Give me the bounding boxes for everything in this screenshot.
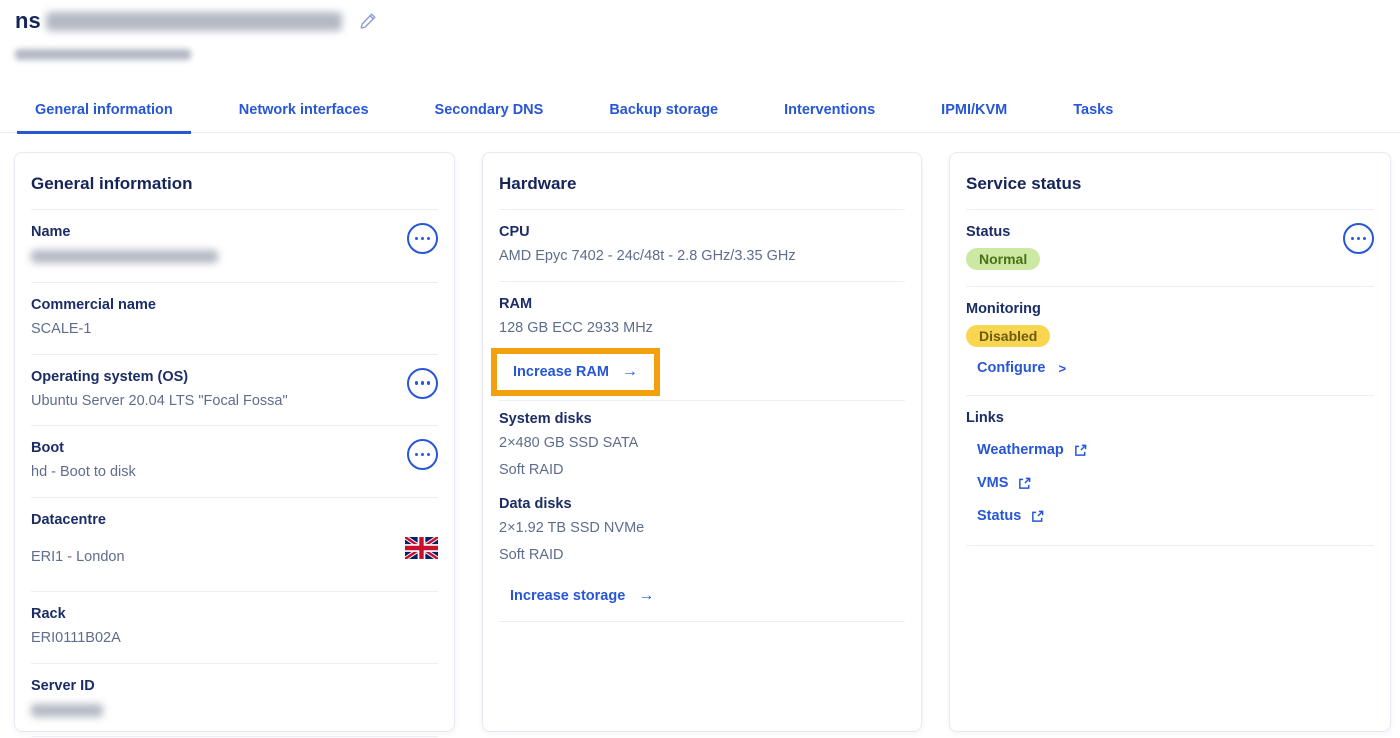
datacentre-label: Datacentre: [31, 512, 438, 528]
increase-ram-highlight-box: Increase RAM →: [491, 348, 660, 396]
chevron-right-icon: >: [1058, 361, 1066, 376]
monitoring-label: Monitoring: [966, 301, 1374, 317]
cpu-label: CPU: [499, 224, 905, 240]
ram-label: RAM: [499, 296, 905, 312]
ellipsis-circle-icon: [415, 237, 419, 241]
data-disks-label: Data disks: [499, 496, 905, 512]
weathermap-link-label: Weathermap: [977, 442, 1064, 458]
os-more-options-button[interactable]: [407, 368, 438, 399]
increase-ram-link[interactable]: Increase RAM →: [497, 354, 654, 390]
divider: [499, 621, 905, 622]
os-row: Operating system (OS) Ubuntu Server 20.0…: [15, 355, 454, 426]
increase-ram-link-label: Increase RAM: [513, 364, 609, 380]
tab-interventions[interactable]: Interventions: [766, 102, 893, 134]
status-badge: Normal: [966, 248, 1040, 270]
ram-value: 128 GB ECC 2933 MHz: [499, 319, 905, 339]
ram-row: RAM 128 GB ECC 2933 MHz Increase RAM →: [483, 282, 921, 401]
tab-general-information[interactable]: General information: [17, 102, 191, 134]
redacted-subtitle: [15, 49, 191, 60]
external-link-icon: [1031, 510, 1044, 523]
rack-label: Rack: [31, 606, 438, 622]
data-disks-raid: Soft RAID: [499, 546, 905, 566]
ellipsis-circle-icon: [415, 381, 419, 385]
ellipsis-circle-icon: [415, 453, 419, 457]
uk-flag-icon: [405, 537, 438, 559]
configure-link-label: Configure: [977, 360, 1045, 376]
links-row: Links Weathermap VMS: [950, 396, 1390, 545]
status-row: Status Normal: [950, 210, 1390, 286]
tab-ipmi-kvm[interactable]: IPMI/KVM: [923, 102, 1025, 134]
system-disks-label: System disks: [499, 411, 905, 427]
arrow-right-icon: →: [622, 363, 638, 381]
tab-tasks[interactable]: Tasks: [1055, 102, 1131, 134]
cards-container: General information Name Commercial name…: [0, 133, 1400, 732]
datacentre-row: Datacentre ERI1 - London: [15, 498, 454, 592]
service-status-card-title: Service status: [950, 153, 1390, 209]
data-disks-row: Data disks 2×1.92 TB SSD NVMe Soft RAID: [483, 486, 921, 571]
status-page-link[interactable]: Status: [977, 508, 1044, 524]
commercial-name-label: Commercial name: [31, 297, 438, 313]
boot-row: Boot hd - Boot to disk: [15, 426, 454, 497]
os-value: Ubuntu Server 20.04 LTS "Focal Fossa": [31, 392, 438, 412]
status-page-link-label: Status: [977, 508, 1021, 524]
status-label: Status: [966, 224, 1374, 240]
name-more-options-button[interactable]: [407, 223, 438, 254]
external-link-icon: [1018, 477, 1031, 490]
rack-row: Rack ERI0111B02A: [15, 592, 454, 663]
weathermap-link[interactable]: Weathermap: [977, 442, 1087, 458]
general-information-card-title: General information: [15, 153, 454, 209]
os-label: Operating system (OS): [31, 369, 438, 385]
commercial-name-row: Commercial name SCALE-1: [15, 283, 454, 354]
increase-storage-link-label: Increase storage: [510, 588, 625, 604]
service-status-card: Service status Status Normal Monitoring …: [949, 152, 1391, 732]
server-id-row: Server ID: [15, 664, 454, 736]
commercial-name-value: SCALE-1: [31, 320, 438, 340]
data-disks-value: 2×1.92 TB SSD NVMe: [499, 519, 905, 539]
cpu-row: CPU AMD Epyc 7402 - 24c/48t - 2.8 GHz/3.…: [483, 210, 921, 281]
configure-monitoring-link[interactable]: Configure >: [977, 360, 1066, 376]
increase-storage-link[interactable]: Increase storage →: [510, 587, 654, 605]
edit-title-button[interactable]: [358, 11, 378, 31]
arrow-right-icon: →: [638, 587, 654, 605]
name-label: Name: [31, 224, 438, 240]
ellipsis-circle-icon: [1351, 237, 1355, 241]
tab-network-interfaces[interactable]: Network interfaces: [221, 102, 387, 134]
tab-backup-storage[interactable]: Backup storage: [591, 102, 736, 134]
hardware-card-title: Hardware: [483, 153, 921, 209]
system-disks-row: System disks 2×480 GB SSD SATA Soft RAID: [483, 401, 921, 486]
tab-secondary-dns[interactable]: Secondary DNS: [417, 102, 562, 134]
system-disks-raid: Soft RAID: [499, 461, 905, 481]
page-title: ns: [15, 8, 342, 34]
vms-link[interactable]: VMS: [977, 475, 1031, 491]
divider: [966, 545, 1374, 546]
boot-value: hd - Boot to disk: [31, 463, 438, 483]
redacted-server-id-value: [31, 704, 103, 717]
divider: [31, 736, 438, 737]
redacted-server-name: [46, 12, 342, 31]
name-row: Name: [15, 210, 454, 282]
redacted-name-value: [31, 250, 218, 263]
system-disks-value: 2×480 GB SSD SATA: [499, 434, 905, 454]
general-information-card: General information Name Commercial name…: [14, 152, 455, 732]
increase-storage-row: Increase storage →: [483, 571, 921, 621]
pencil-icon: [358, 11, 378, 31]
links-label: Links: [966, 410, 1374, 426]
rack-value: ERI0111B02A: [31, 629, 438, 649]
cpu-value: AMD Epyc 7402 - 24c/48t - 2.8 GHz/3.35 G…: [499, 247, 905, 267]
status-more-options-button[interactable]: [1343, 223, 1374, 254]
monitoring-badge: Disabled: [966, 325, 1050, 347]
tab-bar: General information Network interfaces S…: [0, 102, 1400, 133]
datacentre-value: ERI1 - London: [31, 548, 438, 568]
hardware-card: Hardware CPU AMD Epyc 7402 - 24c/48t - 2…: [482, 152, 922, 732]
boot-more-options-button[interactable]: [407, 439, 438, 470]
page-header: ns: [0, 0, 1400, 60]
server-id-label: Server ID: [31, 678, 438, 694]
monitoring-row: Monitoring Disabled Configure >: [950, 287, 1390, 395]
vms-link-label: VMS: [977, 475, 1008, 491]
external-link-icon: [1074, 444, 1087, 457]
page-title-prefix: ns: [15, 8, 41, 34]
boot-label: Boot: [31, 440, 438, 456]
